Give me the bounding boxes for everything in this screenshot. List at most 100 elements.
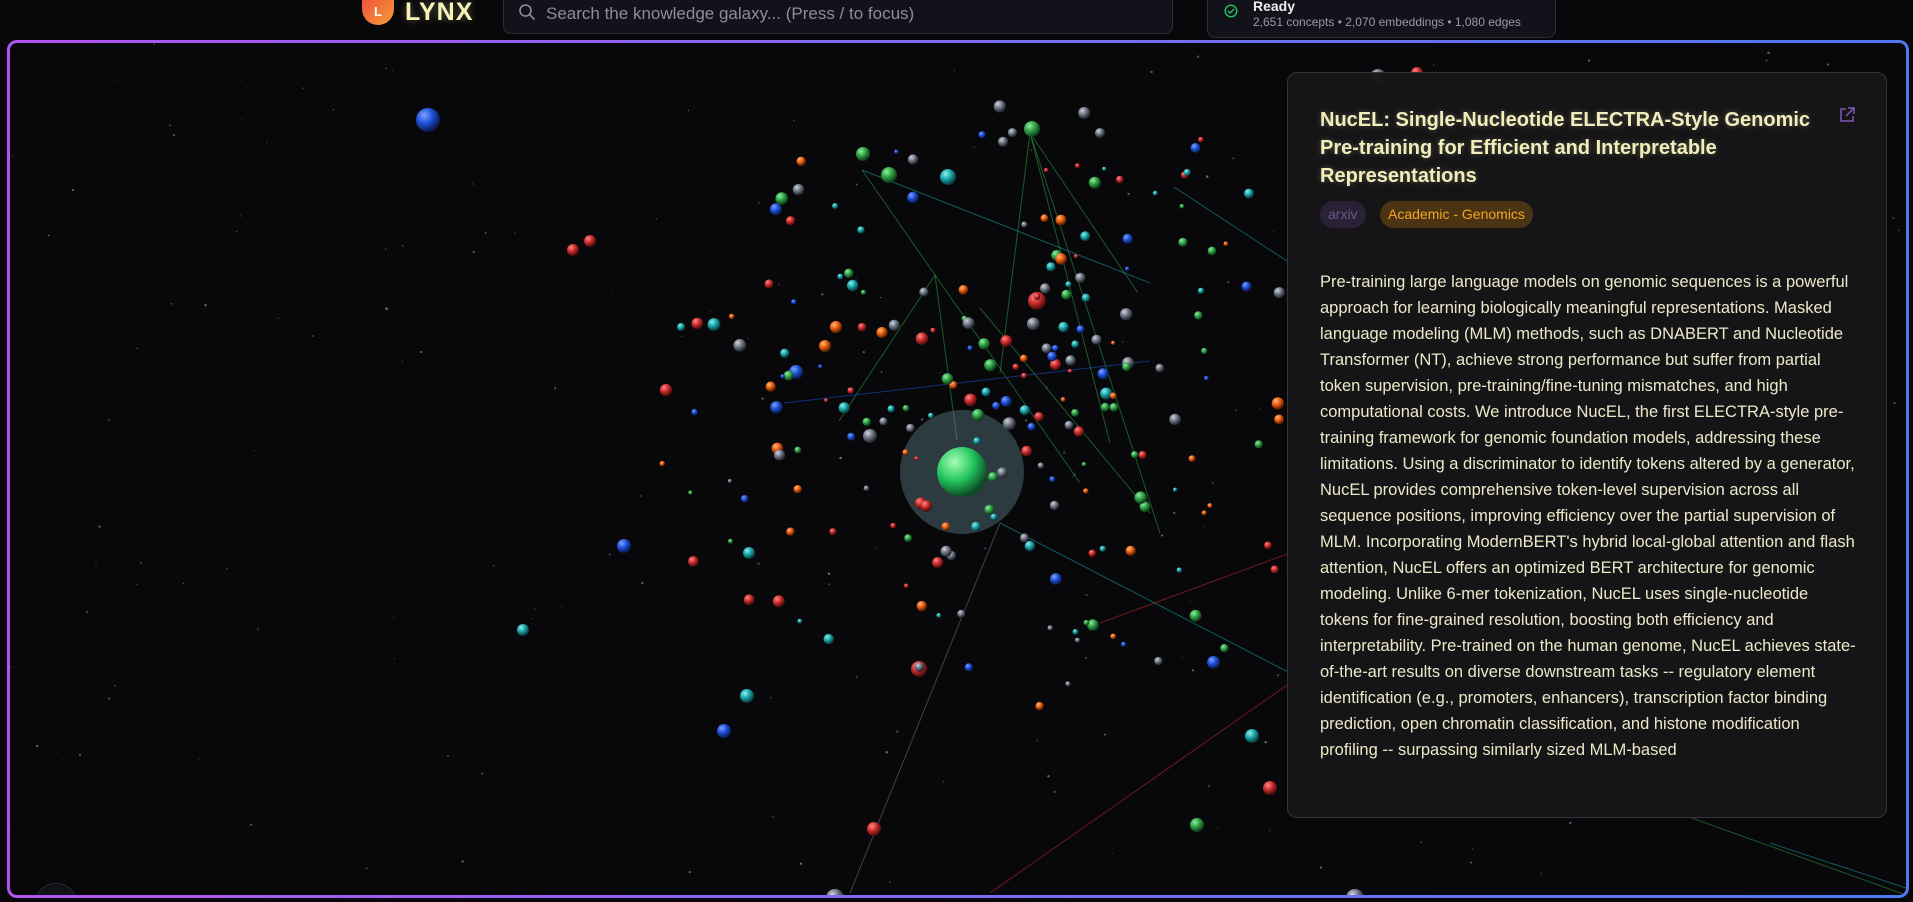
concept-node[interactable] xyxy=(786,527,795,536)
concept-node[interactable] xyxy=(941,522,951,531)
concept-node[interactable] xyxy=(930,327,936,333)
concept-node[interactable] xyxy=(907,191,919,204)
concept-node[interactable] xyxy=(958,285,969,295)
concept-node[interactable] xyxy=(844,268,854,278)
concept-node[interactable] xyxy=(1073,426,1085,437)
concept-node[interactable] xyxy=(770,401,783,414)
concept-node[interactable] xyxy=(1188,455,1196,462)
concept-node[interactable] xyxy=(1050,573,1062,585)
concept-node[interactable] xyxy=(920,500,932,512)
concept-node[interactable] xyxy=(847,279,859,292)
concept-node[interactable] xyxy=(1131,451,1139,459)
concept-node[interactable] xyxy=(1021,221,1028,228)
concept-node[interactable] xyxy=(1263,781,1277,795)
concept-node[interactable] xyxy=(829,528,837,536)
concept-node[interactable] xyxy=(990,513,998,521)
concept-node[interactable] xyxy=(1024,540,1036,552)
concept-node[interactable] xyxy=(1040,214,1049,223)
concept-node[interactable] xyxy=(688,490,693,495)
concept-node[interactable] xyxy=(796,156,806,166)
concept-node[interactable] xyxy=(1033,293,1041,300)
concept-node[interactable] xyxy=(1273,287,1285,299)
concept-node[interactable] xyxy=(1198,136,1204,143)
concept-node[interactable] xyxy=(1046,262,1056,272)
concept-node[interactable] xyxy=(740,495,749,503)
concept-node[interactable] xyxy=(1125,545,1136,556)
concept-node[interactable] xyxy=(863,485,870,492)
concept-node[interactable] xyxy=(838,402,850,414)
concept-node[interactable] xyxy=(856,147,870,161)
concept-node[interactable] xyxy=(691,408,698,416)
concept-node[interactable] xyxy=(978,131,986,139)
concept-node[interactable] xyxy=(857,322,867,332)
concept-node[interactable] xyxy=(1051,344,1059,352)
concept-node[interactable] xyxy=(1254,440,1263,449)
concept-node[interactable] xyxy=(1100,387,1113,400)
concept-node[interactable] xyxy=(1116,175,1124,184)
concept-node[interactable] xyxy=(1274,414,1284,425)
concept-node[interactable] xyxy=(1346,889,1364,895)
concept-node[interactable] xyxy=(1201,510,1207,516)
concept-node[interactable] xyxy=(1109,402,1119,412)
concept-node[interactable] xyxy=(914,456,919,461)
concept-node[interactable] xyxy=(826,889,844,895)
concept-node[interactable] xyxy=(1125,266,1130,271)
concept-node[interactable] xyxy=(847,387,854,394)
concept-node[interactable] xyxy=(774,449,786,461)
concept-node[interactable] xyxy=(1019,405,1030,416)
concept-node[interactable] xyxy=(1102,166,1107,171)
concept-node[interactable] xyxy=(971,521,981,532)
concept-node[interactable] xyxy=(1190,143,1201,153)
concept-node[interactable] xyxy=(957,609,966,618)
concept-node[interactable] xyxy=(1000,335,1013,347)
concept-node[interactable] xyxy=(1081,462,1087,467)
concept-node[interactable] xyxy=(863,429,877,443)
concept-node[interactable] xyxy=(1220,644,1229,653)
concept-node[interactable] xyxy=(1190,818,1204,832)
concept-node[interactable] xyxy=(584,235,596,247)
concept-node[interactable] xyxy=(772,595,785,608)
concept-node[interactable] xyxy=(1122,362,1131,372)
concept-node[interactable] xyxy=(1065,355,1076,366)
concept-node[interactable] xyxy=(1065,281,1072,288)
concept-node[interactable] xyxy=(940,545,952,557)
concept-node[interactable] xyxy=(1178,237,1188,247)
concept-node[interactable] xyxy=(904,534,912,542)
concept-node[interactable] xyxy=(1155,363,1164,373)
concept-node[interactable] xyxy=(1264,541,1272,550)
concept-node[interactable] xyxy=(967,345,973,351)
concept-node[interactable] xyxy=(1244,188,1254,199)
concept-node[interactable] xyxy=(740,689,754,703)
concept-node[interactable] xyxy=(1026,317,1040,331)
concept-node[interactable] xyxy=(860,289,866,295)
concept-node[interactable] xyxy=(733,339,747,352)
concept-node[interactable] xyxy=(819,340,831,352)
concept-node[interactable] xyxy=(1061,289,1072,300)
selected-node[interactable] xyxy=(937,447,987,497)
concept-node[interactable] xyxy=(1072,629,1079,635)
concept-node[interactable] xyxy=(940,169,956,185)
concept-node[interactable] xyxy=(729,313,735,320)
concept-node[interactable] xyxy=(769,203,782,216)
concept-node[interactable] xyxy=(1000,396,1012,407)
concept-node[interactable] xyxy=(832,203,839,209)
concept-node[interactable] xyxy=(906,423,915,433)
concept-node[interactable] xyxy=(1176,567,1183,573)
concept-node[interactable] xyxy=(792,184,805,196)
concept-node[interactable] xyxy=(1021,445,1032,457)
concept-node[interactable] xyxy=(829,321,843,334)
concept-node[interactable] xyxy=(914,662,925,672)
concept-node[interactable] xyxy=(879,417,888,426)
concept-node[interactable] xyxy=(1099,545,1106,552)
concept-node[interactable] xyxy=(1075,272,1086,284)
concept-node[interactable] xyxy=(1201,347,1208,355)
concept-node[interactable] xyxy=(1100,402,1110,412)
concept-node[interactable] xyxy=(1002,417,1016,431)
concept-node[interactable] xyxy=(857,226,865,234)
concept-node[interactable] xyxy=(1060,397,1066,402)
concept-node[interactable] xyxy=(1121,641,1127,647)
concept-node[interactable] xyxy=(1087,619,1099,631)
concept-node[interactable] xyxy=(964,663,973,672)
concept-node[interactable] xyxy=(928,412,934,419)
concept-node[interactable] xyxy=(962,317,975,330)
